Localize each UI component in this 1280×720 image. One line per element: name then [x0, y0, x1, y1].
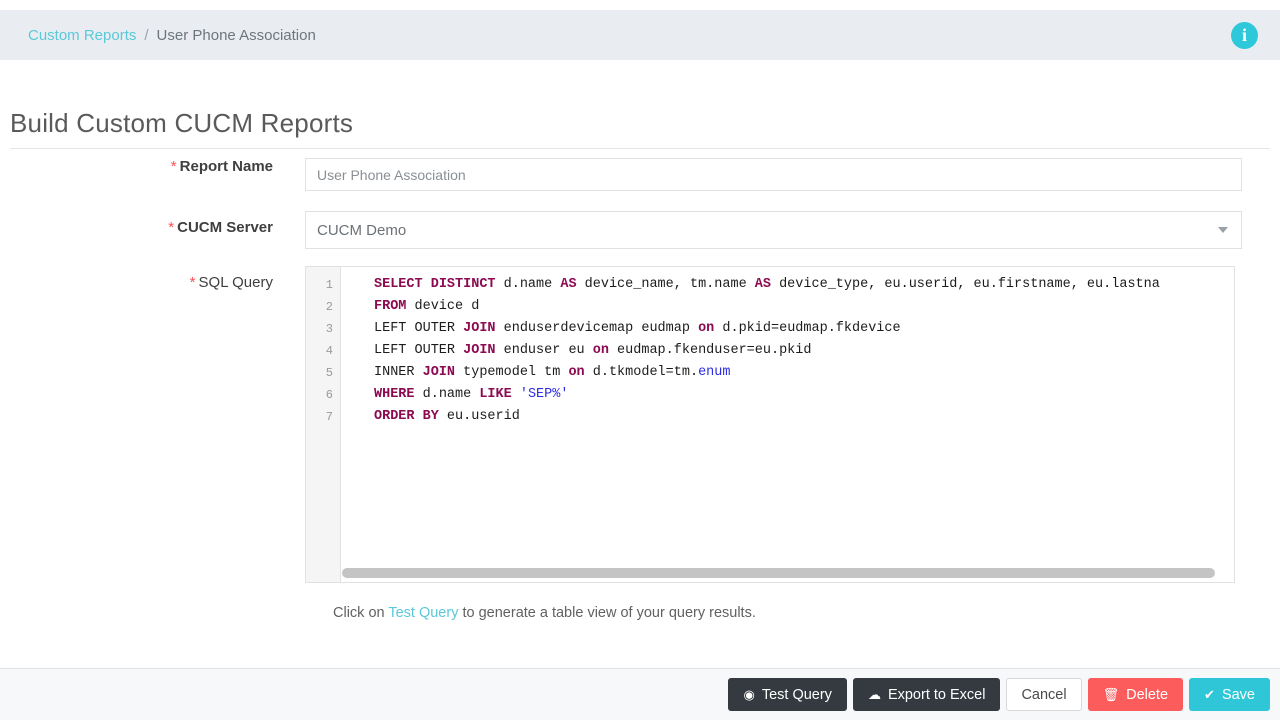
cancel-button[interactable]: Cancel	[1006, 678, 1082, 711]
sql-code-line: SELECT DISTINCT d.name AS device_name, t…	[374, 277, 1160, 292]
sql-query-label-text: SQL Query	[198, 274, 273, 291]
info-icon[interactable]: i	[1231, 21, 1258, 49]
required-asterisk: *	[168, 219, 175, 236]
report-name-input[interactable]	[305, 158, 1242, 191]
sql-code-line: LEFT OUTER JOIN enduser eu on eudmap.fke…	[374, 343, 812, 358]
sql-editor-gutter: 1 2 3 4 5 6 7	[306, 267, 341, 582]
button-label: Delete	[1126, 686, 1169, 703]
trash-icon: 🗑	[1102, 687, 1120, 702]
delete-button[interactable]: 🗑 Delete	[1087, 678, 1184, 711]
cucm-server-select[interactable]: CUCM Demo	[305, 211, 1242, 249]
breadcrumb-current: User Phone Association	[156, 26, 316, 44]
cucm-server-label-text: CUCM Server	[177, 219, 273, 236]
button-label: Export to Excel	[887, 686, 986, 703]
line-number: 3	[325, 322, 333, 336]
sql-editor[interactable]: 1 2 3 4 5 6 7 SELECT DISTINCT d.name AS device…	[305, 266, 1235, 583]
cucm-server-value: CUCM Demo	[317, 221, 407, 239]
report-name-row: * Report Name	[0, 158, 1242, 191]
test-query-button[interactable]: ◉ Test Query	[728, 678, 847, 711]
line-number: 6	[325, 388, 333, 402]
button-label: Cancel	[1021, 686, 1067, 703]
cucm-server-label: * CUCM Server	[0, 211, 305, 237]
button-label: Save	[1221, 686, 1255, 703]
breadcrumb-separator: /	[144, 26, 149, 44]
line-number: 2	[325, 300, 333, 314]
page-title: Build Custom CUCM Reports	[10, 108, 354, 138]
line-number: 1	[325, 278, 333, 292]
save-button[interactable]: ✔ Save	[1189, 678, 1270, 711]
breadcrumb-parent-link[interactable]: Custom Reports	[28, 27, 136, 44]
sql-code-line: WHERE d.name LIKE 'SEP%'	[374, 387, 569, 402]
sql-editor-code-area[interactable]: SELECT DISTINCT d.name AS device_name, t…	[341, 267, 1234, 582]
line-number: 4	[325, 344, 333, 358]
sql-code-line: INNER JOIN typemodel tm on d.tkmodel=tm.…	[374, 365, 731, 380]
report-name-label-text: Report Name	[179, 158, 273, 175]
cloud-download-icon: ☁	[867, 687, 881, 702]
line-number: 5	[325, 366, 333, 380]
footer-action-bar: ◉ Test Query ☁ Export to Excel Cancel 🗑 Delete…	[0, 668, 1280, 720]
sql-code-line: FROM device d	[374, 299, 480, 314]
hint-before: Click on	[333, 605, 389, 621]
export-to-excel-button[interactable]: ☁ Export to Excel	[852, 678, 1001, 711]
hint-after: to generate a table view of your query r…	[458, 605, 756, 621]
required-asterisk: *	[189, 274, 196, 291]
test-query-hint: Click on Test Query to generate a table …	[333, 605, 756, 621]
line-number: 7	[325, 410, 333, 424]
sql-code-line: LEFT OUTER JOIN enduserdevicemap eudmap …	[374, 321, 901, 336]
breadcrumb-bar: Custom Reports / User Phone Association …	[0, 10, 1280, 60]
hint-test-query-link[interactable]: Test Query	[388, 605, 458, 621]
sql-code-line: ORDER BY eu.userid	[374, 409, 520, 424]
report-name-label: * Report Name	[0, 158, 305, 176]
button-label: Test Query	[761, 686, 832, 703]
sql-query-label: * SQL Query	[0, 266, 305, 292]
check-icon: ✔	[1204, 687, 1215, 702]
play-circle-icon: ◉	[743, 687, 755, 702]
title-divider	[10, 148, 1270, 149]
chevron-down-icon	[1218, 227, 1228, 233]
required-asterisk: *	[170, 158, 177, 175]
info-icon-glyph: i	[1231, 21, 1258, 49]
sql-editor-hscrollbar-thumb[interactable]	[342, 568, 1215, 578]
sql-query-row: * SQL Query 1 2 3 4 5 6 7 SELECT DISTINCT d.nam…	[0, 266, 1235, 583]
cucm-server-row: * CUCM Server CUCM Demo	[0, 211, 1242, 249]
